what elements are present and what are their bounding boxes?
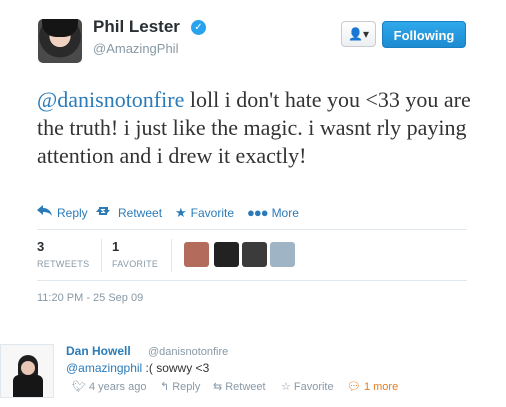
reply-action[interactable]: Reply <box>37 205 88 220</box>
favoriter-avatar[interactable] <box>184 242 209 267</box>
favorites-count[interactable]: 1 <box>112 239 119 254</box>
bird-icon: 🐦︎ <box>72 381 86 393</box>
more-dots-icon: ●●● <box>247 205 269 220</box>
star-icon: ★ <box>175 205 187 220</box>
favorite-action[interactable]: ★ Favorite <box>175 205 234 221</box>
reply-arrow-icon: ↰ <box>160 381 170 393</box>
favoriter-avatar[interactable] <box>242 242 267 267</box>
reply-more-label: 1 more <box>363 380 399 393</box>
reply-favorite-label: Favorite <box>293 380 334 393</box>
retweet-action[interactable]: Retweet <box>96 205 162 220</box>
favorites-label[interactable]: FAVORITE <box>112 259 158 269</box>
author-avatar[interactable] <box>38 19 82 63</box>
favoriter-avatar[interactable] <box>214 242 239 267</box>
retweets-count[interactable]: 3 <box>37 239 44 254</box>
divider <box>171 239 172 272</box>
reply-author-name[interactable]: Dan Howell <box>66 344 131 358</box>
tweet-text: @danisnotonfire loll i don't hate you <3… <box>37 86 477 170</box>
reply-reply-action[interactable]: ↰ Reply <box>160 380 201 394</box>
reply-author-avatar[interactable] <box>0 344 54 398</box>
reply-retweet-action[interactable]: ⇆ Retweet <box>213 380 266 394</box>
reply-label: Reply <box>57 205 88 220</box>
retweet-label: Retweet <box>118 205 163 220</box>
reply-arrow-icon <box>37 205 53 220</box>
favoriter-avatar[interactable] <box>270 242 295 267</box>
retweets-label[interactable]: RETWEETS <box>37 259 89 269</box>
user-actions-dropdown-button[interactable]: 👤▾ <box>341 21 376 47</box>
favorite-label: Favorite <box>190 206 235 220</box>
star-outline-icon: ☆ <box>281 381 291 393</box>
more-action[interactable]: ●●● More <box>247 205 299 220</box>
verified-badge-icon: ✓ <box>191 20 206 35</box>
reply-body: :( sowwy <3 <box>142 361 210 375</box>
reply-reply-label: Reply <box>172 380 201 393</box>
reply-text: @amazingphil :( sowwy <3 <box>66 361 209 375</box>
conversation-icon: 💬︎ <box>347 381 361 393</box>
reply-favorite-action[interactable]: ☆ Favorite <box>281 380 334 394</box>
retweet-icon <box>96 205 114 220</box>
tweet-mention-link[interactable]: @danisnotonfire <box>37 87 184 112</box>
divider <box>37 229 467 230</box>
reply-retweet-label: Retweet <box>225 380 266 393</box>
author-name[interactable]: Phil Lester <box>93 17 180 37</box>
divider <box>37 280 467 281</box>
more-label: More <box>271 205 299 220</box>
reply-more-link[interactable]: 💬︎ 1 more <box>347 380 399 394</box>
retweet-icon: ⇆ <box>213 381 223 393</box>
reply-time-label: 4 years ago <box>88 380 147 393</box>
following-button[interactable]: Following <box>382 21 466 48</box>
reply-author-handle[interactable]: @danisnotonfire <box>148 346 228 358</box>
author-handle[interactable]: @AmazingPhil <box>93 41 178 56</box>
reply-mention-link[interactable]: @amazingphil <box>66 361 142 375</box>
divider <box>101 239 102 272</box>
tweet-timestamp[interactable]: 11:20 PM - 25 Sep 09 <box>37 292 143 304</box>
reply-time[interactable]: 🐦︎ 4 years ago <box>72 380 147 394</box>
